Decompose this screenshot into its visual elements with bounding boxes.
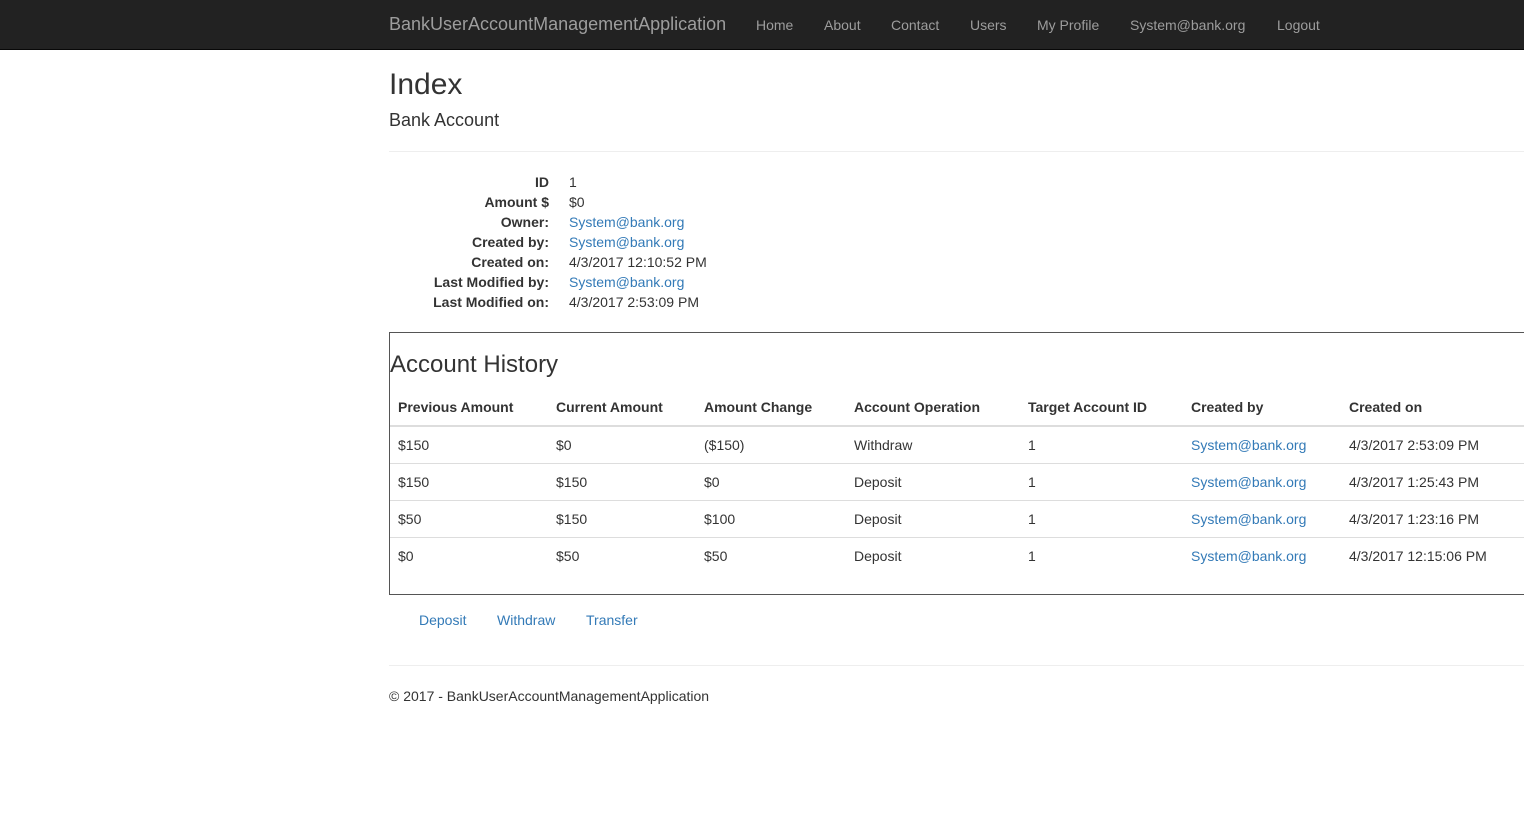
- detail-label: Owner:: [500, 214, 549, 230]
- cell-created-on: 4/3/2017 2:53:09 PM: [1349, 437, 1479, 453]
- nav-logout[interactable]: Logout: [1277, 15, 1320, 35]
- cell-target-account-id: 1: [1028, 511, 1036, 527]
- cell-amount-change: ($150): [704, 437, 745, 453]
- row-divider: [390, 463, 1524, 464]
- detail-value: $0: [569, 194, 585, 210]
- nav-contact[interactable]: Contact: [891, 15, 939, 35]
- divider: [389, 151, 1524, 152]
- cell-target-account-id: 1: [1028, 474, 1036, 490]
- top-navbar: BankUserAccountManagementApplication Hom…: [0, 0, 1524, 50]
- column-header: Account Operation: [854, 399, 981, 415]
- cell-amount-change: $100: [704, 511, 736, 527]
- cell-created-on: 4/3/2017 12:15:06 PM: [1349, 548, 1487, 564]
- cell-amount-change: $50: [704, 548, 728, 564]
- footer-text: © 2017 - BankUserAccountManagementApplic…: [389, 688, 710, 704]
- detail-last-modified-by: Last Modified by: System@bank.org: [389, 272, 1089, 292]
- cell-created-by-link[interactable]: System@bank.org: [1191, 435, 1306, 455]
- owner-link[interactable]: System@bank.org: [569, 214, 684, 230]
- cell-amount-change: $0: [704, 474, 720, 490]
- cell-previous-amount: $50: [398, 511, 422, 527]
- nav-user-email[interactable]: System@bank.org: [1130, 15, 1245, 35]
- cell-previous-amount: $0: [398, 548, 414, 564]
- cell-current-amount: $150: [556, 474, 588, 490]
- cell-previous-amount: $150: [398, 437, 430, 453]
- last-modified-by-link[interactable]: System@bank.org: [569, 274, 684, 290]
- cell-created-on: 4/3/2017 1:23:16 PM: [1349, 511, 1479, 527]
- detail-value: 4/3/2017 2:53:09 PM: [569, 294, 699, 310]
- cell-created-by-link[interactable]: System@bank.org: [1191, 546, 1306, 566]
- detail-owner: Owner: System@bank.org: [389, 212, 1089, 232]
- column-header: Target Account ID: [1028, 399, 1148, 415]
- detail-label: Amount $: [484, 194, 549, 210]
- detail-label: Last Modified by:: [433, 274, 549, 290]
- footer-divider: [389, 665, 1524, 666]
- nav-my-profile[interactable]: My Profile: [1037, 15, 1099, 35]
- detail-id: ID 1: [389, 172, 1089, 192]
- detail-last-modified-on: Last Modified on: 4/3/2017 2:53:09 PM: [389, 292, 1089, 312]
- account-history-title: Account History: [390, 351, 559, 378]
- nav-about[interactable]: About: [824, 15, 861, 35]
- cell-current-amount: $0: [556, 437, 572, 453]
- cell-created-on: 4/3/2017 1:25:43 PM: [1349, 474, 1479, 490]
- account-history-panel: Account History Previous Amount Current …: [389, 332, 1524, 595]
- detail-amount: Amount $ $0: [389, 192, 1089, 212]
- table-header-divider: [390, 425, 1524, 427]
- column-header: Previous Amount: [398, 399, 514, 415]
- nav-menu: Home About Contact Users My Profile Syst…: [0, 15, 1524, 35]
- detail-label: ID: [535, 174, 549, 190]
- deposit-link[interactable]: Deposit: [419, 610, 466, 630]
- column-header: Amount Change: [704, 399, 813, 415]
- detail-created-on: Created on: 4/3/2017 12:10:52 PM: [389, 252, 1089, 272]
- cell-account-operation: Withdraw: [854, 437, 913, 453]
- page-title: Index: [389, 68, 463, 101]
- detail-created-by: Created by: System@bank.org: [389, 232, 1089, 252]
- row-divider: [390, 500, 1524, 501]
- cell-account-operation: Deposit: [854, 511, 902, 527]
- transfer-link[interactable]: Transfer: [586, 610, 638, 630]
- detail-label: Last Modified on:: [433, 294, 549, 310]
- cell-created-by-link[interactable]: System@bank.org: [1191, 472, 1306, 492]
- cell-previous-amount: $150: [398, 474, 430, 490]
- nav-users[interactable]: Users: [970, 15, 1007, 35]
- cell-current-amount: $50: [556, 548, 580, 564]
- row-divider: [390, 537, 1524, 538]
- cell-target-account-id: 1: [1028, 548, 1036, 564]
- cell-created-by-link[interactable]: System@bank.org: [1191, 509, 1306, 529]
- withdraw-link[interactable]: Withdraw: [497, 610, 555, 630]
- created-by-link[interactable]: System@bank.org: [569, 234, 684, 250]
- cell-account-operation: Deposit: [854, 548, 902, 564]
- column-header: Created on: [1349, 399, 1423, 415]
- detail-label: Created by:: [471, 234, 549, 250]
- detail-value: 1: [569, 174, 577, 190]
- detail-value: 4/3/2017 12:10:52 PM: [569, 254, 707, 270]
- column-header: Current Amount: [556, 399, 663, 415]
- page-subtitle: Bank Account: [389, 110, 500, 130]
- column-header: Created by: [1191, 399, 1264, 415]
- cell-current-amount: $150: [556, 511, 588, 527]
- cell-account-operation: Deposit: [854, 474, 902, 490]
- cell-target-account-id: 1: [1028, 437, 1036, 453]
- nav-home[interactable]: Home: [756, 15, 793, 35]
- detail-label: Created on:: [471, 254, 549, 270]
